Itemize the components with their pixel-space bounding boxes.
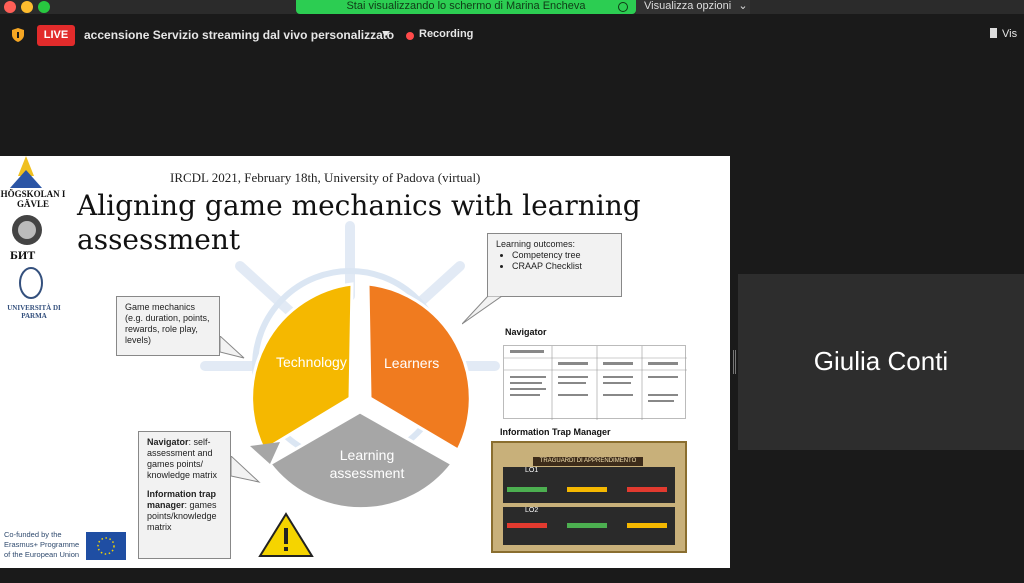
- stream-title[interactable]: accensione Servizio streaming dal vivo p…: [84, 28, 394, 42]
- zoom-window-button[interactable]: [38, 1, 50, 13]
- callout-pointer-icon: [231, 456, 261, 483]
- recording-icon: [406, 32, 414, 40]
- navigator-box-name: Navigator: [147, 437, 189, 447]
- eu-funding-text: Co-funded by the Erasmus+ Programme of t…: [4, 530, 84, 560]
- segment-learners: Learners: [384, 355, 440, 371]
- gavle-logo-text: HÖGSKOLAN I GÄVLE: [0, 189, 66, 209]
- game-mechanics-text: Game mechanics (e.g. duration, points, r…: [125, 302, 210, 345]
- itm-panel-title: TRAGUARDI DI APPRENDIMENTO: [533, 457, 643, 466]
- learning-outcomes-title: Learning outcomes:: [496, 239, 576, 249]
- view-options-button[interactable]: Visualizza opzioni ⌄: [636, 0, 750, 14]
- warning-icon: [258, 512, 314, 557]
- itm-lo2-block: LO2: [503, 507, 675, 545]
- itm-lo1-block: LO1: [503, 467, 675, 503]
- eu-funding-label: Co-funded by the Erasmus+ Programme of t…: [4, 530, 80, 559]
- partner-logos: HÖGSKOLAN I GÄVLE БИТ UNIVERSITÀ DI PARM…: [0, 156, 68, 326]
- participant-name: Giulia Conti: [813, 346, 949, 376]
- minimize-window-button[interactable]: [21, 1, 33, 13]
- chevron-down-icon: ⌄: [738, 0, 748, 12]
- meeting-toolbar: LIVE accensione Servizio streaming dal v…: [0, 22, 1024, 48]
- itm-screenshot: TRAGUARDI DI APPRENDIMENTO LO1 LO2: [491, 441, 687, 553]
- participant-tile[interactable]: Giulia Conti: [738, 274, 1024, 450]
- screen-share-banner: Stai visualizzando lo schermo di Marina …: [296, 0, 636, 14]
- parma-seal-icon: [19, 267, 43, 299]
- parma-logo-text: UNIVERSITÀ DI PARMA: [7, 304, 61, 320]
- navigator-label: Navigator: [505, 327, 547, 337]
- view-options-label: Visualizza opzioni: [644, 0, 732, 12]
- callout-pointer-icon: [220, 336, 245, 359]
- game-mechanics-callout: Game mechanics (e.g. duration, points, r…: [116, 296, 220, 356]
- title-bar: Stai visualizzando lo schermo di Marina …: [0, 0, 1024, 14]
- navigator-table-image: [503, 345, 687, 420]
- gavle-logo: [10, 156, 42, 188]
- live-badge[interactable]: LIVE: [37, 25, 75, 46]
- chevron-down-icon[interactable]: [382, 31, 390, 36]
- shield-icon[interactable]: [12, 28, 24, 42]
- callout-pointer-icon: [462, 296, 502, 325]
- close-window-button[interactable]: [4, 1, 16, 13]
- eu-flag-icon: [86, 532, 126, 560]
- segment-assessment: Learning assessment: [329, 447, 405, 481]
- conference-line: IRCDL 2021, February 18th, University of…: [170, 170, 481, 185]
- learning-outcome-item: Competency tree: [512, 250, 613, 261]
- itm-label: Information Trap Manager: [500, 427, 611, 437]
- bit-logo: [12, 215, 42, 245]
- shared-slide: HÖGSKOLAN I GÄVLE БИТ UNIVERSITÀ DI PARM…: [0, 156, 730, 568]
- view-button-label: Vis: [1002, 28, 1018, 40]
- bit-logo-text: БИТ: [10, 248, 36, 262]
- itm-lo2-label: LO2: [525, 507, 539, 514]
- view-button[interactable]: Vis: [990, 28, 1017, 40]
- itm-lo1-label: LO1: [525, 467, 539, 474]
- recording-label: Recording: [419, 28, 474, 40]
- share-banner-text: Stai visualizzando lo schermo di Marina …: [346, 0, 586, 12]
- learning-outcome-item: CRAAP Checklist: [512, 261, 613, 272]
- zoom-window: Stai visualizzando lo schermo di Marina …: [0, 0, 1024, 583]
- learning-outcomes-callout: Learning outcomes: Competency tree CRAAP…: [487, 233, 622, 297]
- view-icon: [990, 28, 997, 38]
- segment-technology: Technology: [276, 354, 347, 370]
- panel-resize-handle[interactable]: [733, 350, 736, 374]
- assessment-callout: Navigator: self-assessment and games poi…: [138, 431, 231, 559]
- stop-share-icon[interactable]: [618, 2, 628, 12]
